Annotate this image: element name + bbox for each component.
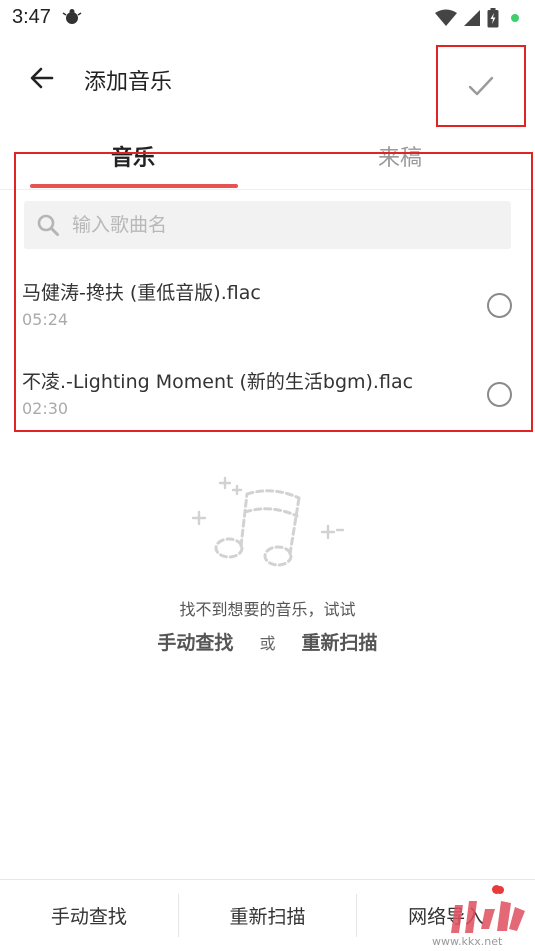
song-list-item[interactable]: 马健涛-搀扶 (重低音版).flac 05:24 — [0, 278, 535, 366]
battery-icon — [487, 8, 499, 28]
empty-actions: 手动查找 或 重新扫描 — [0, 628, 535, 655]
song-duration: 02:30 — [22, 399, 69, 418]
song-select-radio[interactable] — [487, 382, 512, 407]
wifi-icon — [435, 9, 457, 26]
page-title: 添加音乐 — [84, 70, 173, 95]
song-select-radio[interactable] — [487, 293, 512, 318]
check-icon — [468, 76, 494, 96]
or-text: 或 — [259, 634, 276, 653]
music-note-icon — [191, 476, 345, 567]
song-list-item[interactable]: 不凌.-Lighting Moment (新的生活bgm).flac 02:30 — [0, 367, 535, 455]
tab-active-indicator — [30, 184, 238, 188]
rescan-link[interactable]: 重新扫描 — [302, 632, 378, 654]
song-title: 马健涛-搀扶 (重低音版).flac — [22, 282, 261, 304]
watermark-text: www.kkx.net — [432, 935, 503, 948]
status-bar: 3:47 — [0, 0, 535, 36]
notification-dot — [511, 14, 519, 22]
manual-search-button[interactable]: 手动查找 — [0, 880, 178, 951]
arrow-left-icon — [30, 67, 54, 89]
song-title: 不凌.-Lighting Moment (新的生活bgm).flac — [22, 371, 414, 393]
empty-state: 找不到想要的音乐，试试 手动查找 或 重新扫描 — [0, 470, 535, 670]
rescan-button[interactable]: 重新扫描 — [179, 880, 357, 951]
status-time: 3:47 — [12, 6, 51, 28]
song-duration: 05:24 — [22, 310, 69, 329]
confirm-button[interactable] — [436, 45, 526, 127]
empty-hint: 找不到想要的音乐，试试 — [179, 600, 356, 619]
bug-icon — [62, 9, 82, 24]
back-button[interactable] — [26, 62, 58, 94]
manual-search-link[interactable]: 手动查找 — [157, 632, 233, 654]
tab-bar: 音乐 来稿 — [0, 132, 535, 190]
search-input[interactable] — [72, 207, 492, 243]
tab-submissions[interactable]: 来稿 — [378, 140, 422, 172]
search-box — [24, 201, 511, 249]
search-icon — [37, 214, 59, 236]
app-bar: 添加音乐 — [0, 40, 535, 116]
status-icons — [435, 8, 519, 28]
tab-music[interactable]: 音乐 — [111, 140, 155, 172]
signal-icon — [464, 10, 480, 26]
